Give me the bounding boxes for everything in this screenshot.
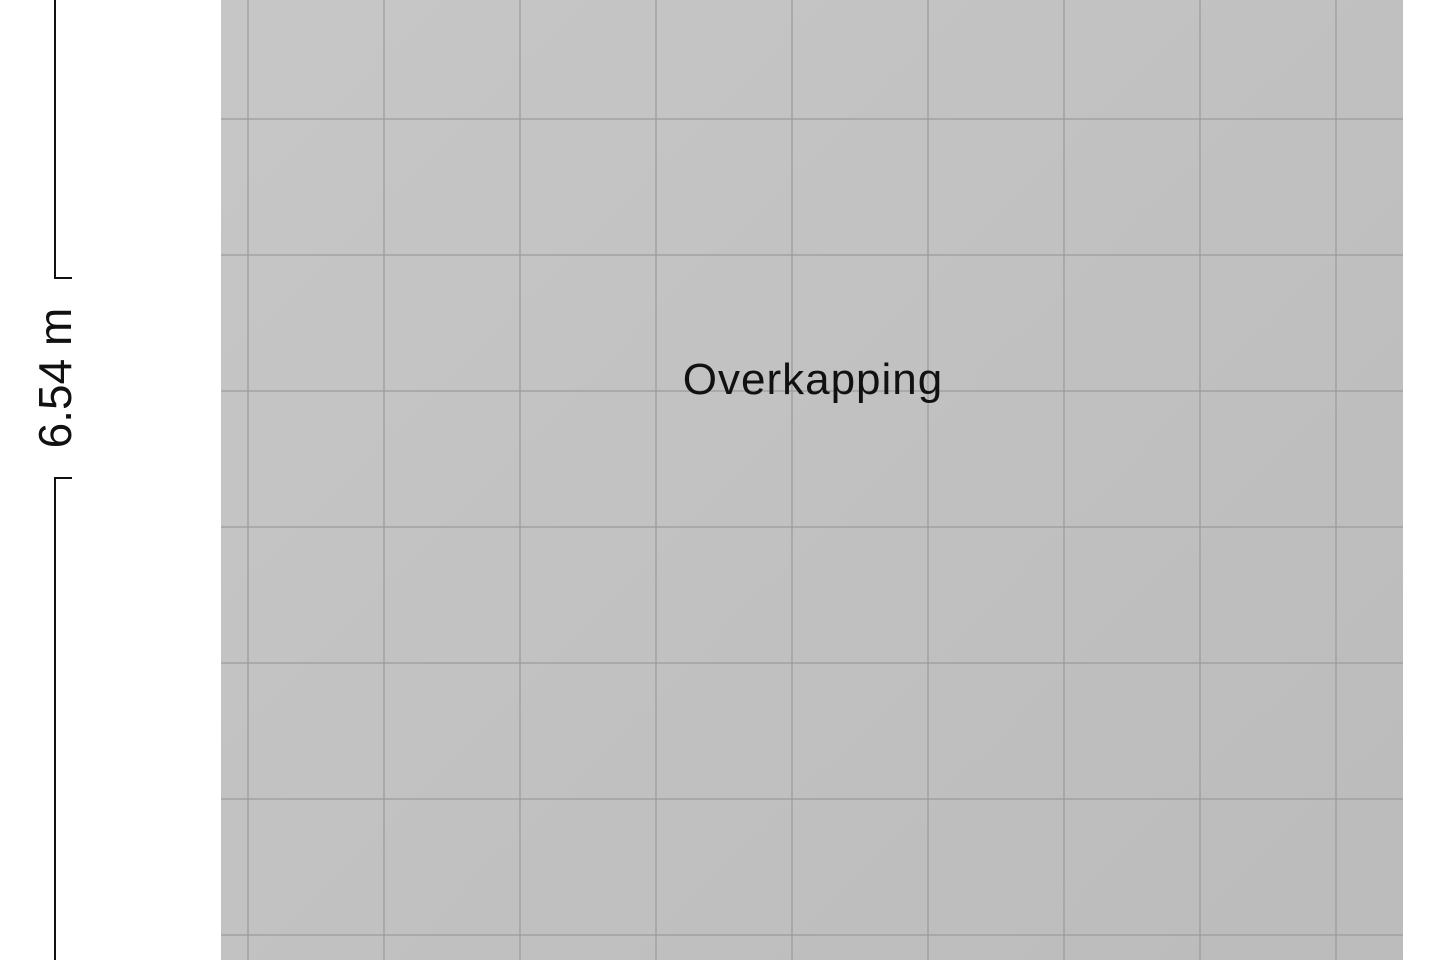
dimension-tick-lower xyxy=(54,477,72,479)
dimension-line-upper xyxy=(54,0,56,278)
dimension-label: 6.54 m xyxy=(29,307,81,449)
dimension-line-lower xyxy=(54,478,56,960)
tiled-floor-area xyxy=(221,0,1403,960)
floorplan-canvas: 6.54 m Overkapping xyxy=(0,0,1440,960)
room-label: Overkapping xyxy=(682,355,944,404)
dimension-tick-upper xyxy=(54,277,72,279)
